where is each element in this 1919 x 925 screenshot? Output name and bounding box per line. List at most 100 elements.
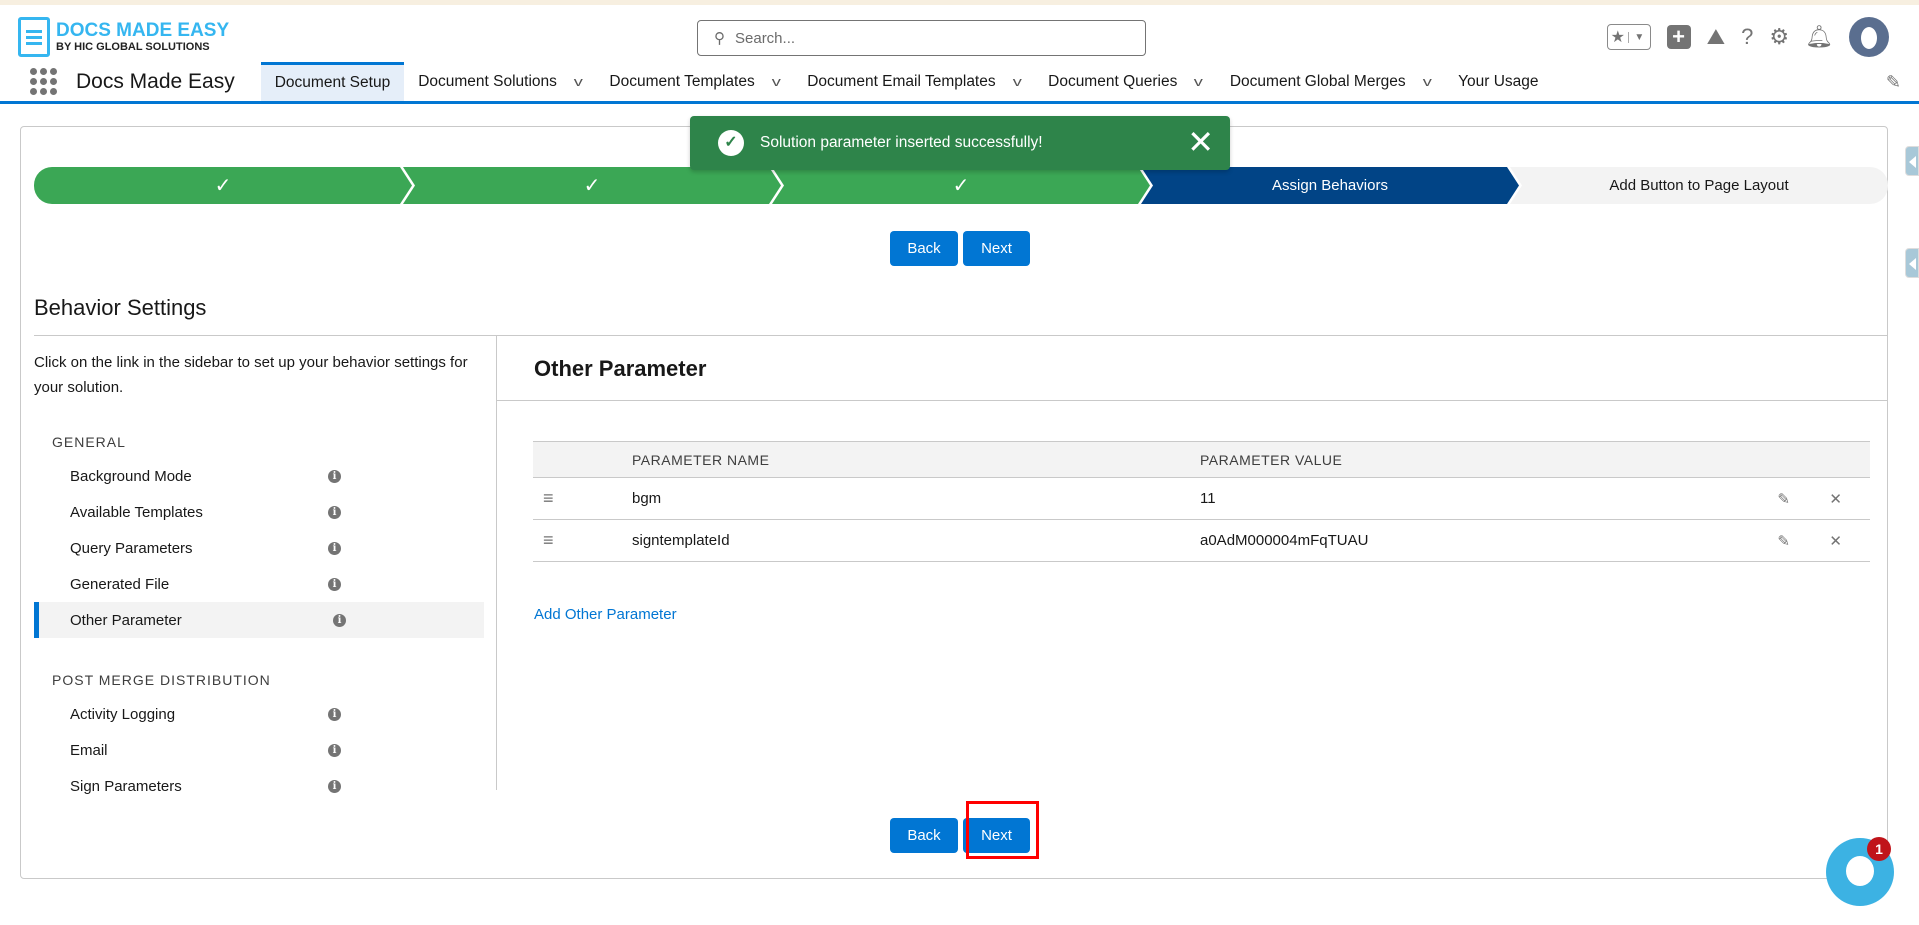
info-icon[interactable]: i — [328, 506, 341, 519]
nav-tab-label: Document Solutions — [418, 72, 557, 90]
path-step-1-complete[interactable]: ✓ — [34, 167, 412, 204]
sidebar-item-other-parameter[interactable]: Other Parameter i — [34, 602, 484, 638]
star-icon: ★ — [1610, 29, 1626, 46]
nav-tab-label: Document Queries — [1048, 72, 1178, 90]
trailhead-icon[interactable]: ⛰ — [1707, 24, 1725, 50]
section-general: GENERAL — [52, 434, 126, 450]
sidebar-divider — [496, 335, 497, 790]
nav-tab-label: Document Global Merges — [1229, 72, 1406, 90]
info-icon[interactable]: i — [328, 780, 341, 793]
info-icon[interactable]: i — [328, 708, 341, 721]
edit-pencil-icon[interactable]: ✎ — [1777, 490, 1790, 508]
chat-notification-badge: 1 — [1867, 837, 1891, 861]
sidebar-item-sign-parameters[interactable]: Sign Parameters i — [34, 768, 484, 804]
help-icon[interactable]: ? — [1741, 24, 1753, 50]
nav-tab-document-setup[interactable]: Document Setup — [260, 62, 405, 101]
global-actions-plus-icon[interactable]: + — [1666, 25, 1691, 49]
chevron-down-icon[interactable]: v — [771, 74, 780, 89]
document-logo-icon — [18, 17, 50, 57]
section-post-merge-distribution: POST MERGE DISTRIBUTION — [52, 672, 271, 688]
divider — [497, 400, 1888, 401]
caret-down-icon: ▼ — [1628, 31, 1650, 43]
gear-icon[interactable]: ⚙ — [1769, 24, 1789, 50]
nav-tab-your-usage[interactable]: Your Usage — [1444, 62, 1552, 101]
nav-tab-document-email-templates[interactable]: Document Email Templates v — [793, 62, 1034, 101]
behavior-sidebar: Click on the link in the sidebar to set … — [34, 350, 496, 804]
nav-tab-document-global-merges[interactable]: Document Global Merges v — [1216, 62, 1444, 101]
chevron-down-icon[interactable]: v — [1012, 74, 1021, 89]
app-name: Docs Made Easy — [76, 69, 235, 93]
sidebar-intro: Click on the link in the sidebar to set … — [34, 354, 468, 396]
success-toast: ✓ Solution parameter inserted successful… — [690, 116, 1230, 170]
bell-icon[interactable]: 🔔︎ — [1805, 24, 1833, 50]
parameter-value: a0AdM000004mFqTUAU — [1200, 532, 1369, 549]
side-panel-toggle-icon[interactable] — [1905, 146, 1919, 176]
highlight-box — [966, 801, 1039, 859]
sidebar-item-label: Other Parameter — [70, 611, 182, 629]
global-search-input[interactable]: ⚲ Search... — [697, 20, 1146, 56]
nav-tab-label: Document Templates — [609, 72, 755, 90]
info-icon[interactable]: i — [328, 744, 341, 757]
sidebar-item-generated-file[interactable]: Generated File i — [34, 566, 484, 602]
next-button-top[interactable]: Next — [963, 231, 1030, 266]
app-launcher-icon[interactable] — [30, 62, 58, 101]
back-button-top[interactable]: Back — [890, 231, 958, 266]
sidebar-item-label: Activity Logging — [70, 705, 176, 723]
sidebar-item-available-templates[interactable]: Available Templates i — [34, 494, 484, 530]
edit-nav-pencil-icon[interactable]: ✎ — [1886, 72, 1901, 93]
path-step-add-button[interactable]: Add Button to Page Layout — [1510, 167, 1888, 204]
nav-tab-label: Document Setup — [274, 74, 391, 91]
chevron-down-icon[interactable]: v — [1194, 74, 1203, 89]
nav-tab-document-solutions[interactable]: Document Solutions v — [404, 62, 595, 101]
sidebar-item-activity-logging[interactable]: Activity Logging i — [34, 696, 484, 732]
divider — [34, 335, 1888, 336]
favorites-button[interactable]: ★ ▼ — [1606, 24, 1651, 50]
delete-x-icon[interactable]: ✕ — [1829, 490, 1842, 508]
check-icon: ✓ — [583, 175, 601, 197]
close-toast-icon[interactable]: ✕ — [1187, 124, 1214, 160]
table-row: ≡ bgm 11 ✎ ✕ — [533, 478, 1870, 520]
path-step-label: Assign Behaviors — [1272, 177, 1388, 194]
parameters-table: PARAMETER NAME PARAMETER VALUE ≡ bgm 11 … — [533, 441, 1870, 562]
app-logo[interactable]: DOCS MADE EASY BY HIC GLOBAL SOLUTIONS — [18, 17, 229, 57]
sidebar-item-label: Background Mode — [70, 467, 192, 485]
search-icon: ⚲ — [714, 30, 725, 47]
sidebar-item-label: Sign Parameters — [70, 777, 182, 795]
drag-handle-icon[interactable]: ≡ — [533, 530, 632, 551]
column-header-name: PARAMETER NAME — [632, 451, 770, 468]
sidebar-item-label: Email — [70, 741, 108, 759]
table-header: PARAMETER NAME PARAMETER VALUE — [533, 441, 1870, 478]
add-other-parameter-link[interactable]: Add Other Parameter — [534, 606, 677, 623]
path-step-assign-behaviors[interactable]: Assign Behaviors — [1141, 167, 1519, 204]
info-icon[interactable]: i — [328, 542, 341, 555]
nav-tab-document-templates[interactable]: Document Templates v — [595, 62, 793, 101]
sidebar-item-label: Generated File — [70, 575, 170, 593]
logo-title: DOCS MADE EASY — [56, 20, 230, 41]
path-step-2-complete[interactable]: ✓ — [403, 167, 781, 204]
drag-handle-icon[interactable]: ≡ — [533, 488, 632, 509]
path-step-3-complete[interactable]: ✓ — [772, 167, 1150, 204]
sidebar-item-email[interactable]: Email i — [34, 732, 484, 768]
side-panel-toggle-icon[interactable] — [1905, 248, 1919, 278]
chevron-down-icon[interactable]: v — [574, 74, 583, 89]
parameter-name: signtemplateId — [632, 532, 730, 549]
info-icon[interactable]: i — [333, 614, 346, 627]
nav-tab-label: Your Usage — [1458, 72, 1539, 90]
chevron-down-icon[interactable]: v — [1422, 74, 1431, 89]
panel-title: Other Parameter — [534, 356, 707, 381]
column-header-value: PARAMETER VALUE — [1200, 451, 1343, 468]
check-icon: ✓ — [952, 175, 970, 197]
app-nav-bar: Docs Made Easy Document Setup Document S… — [0, 62, 1919, 104]
edit-pencil-icon[interactable]: ✎ — [1777, 532, 1790, 550]
success-check-icon: ✓ — [718, 130, 744, 156]
search-placeholder: Search... — [735, 29, 796, 47]
info-icon[interactable]: i — [328, 578, 341, 591]
delete-x-icon[interactable]: ✕ — [1829, 532, 1842, 550]
back-button-bottom[interactable]: Back — [890, 818, 958, 853]
sidebar-item-background-mode[interactable]: Background Mode i — [34, 458, 484, 494]
user-avatar[interactable] — [1849, 17, 1889, 57]
check-icon: ✓ — [214, 175, 232, 197]
sidebar-item-query-parameters[interactable]: Query Parameters i — [34, 530, 484, 566]
nav-tab-document-queries[interactable]: Document Queries v — [1034, 62, 1216, 101]
info-icon[interactable]: i — [328, 470, 341, 483]
